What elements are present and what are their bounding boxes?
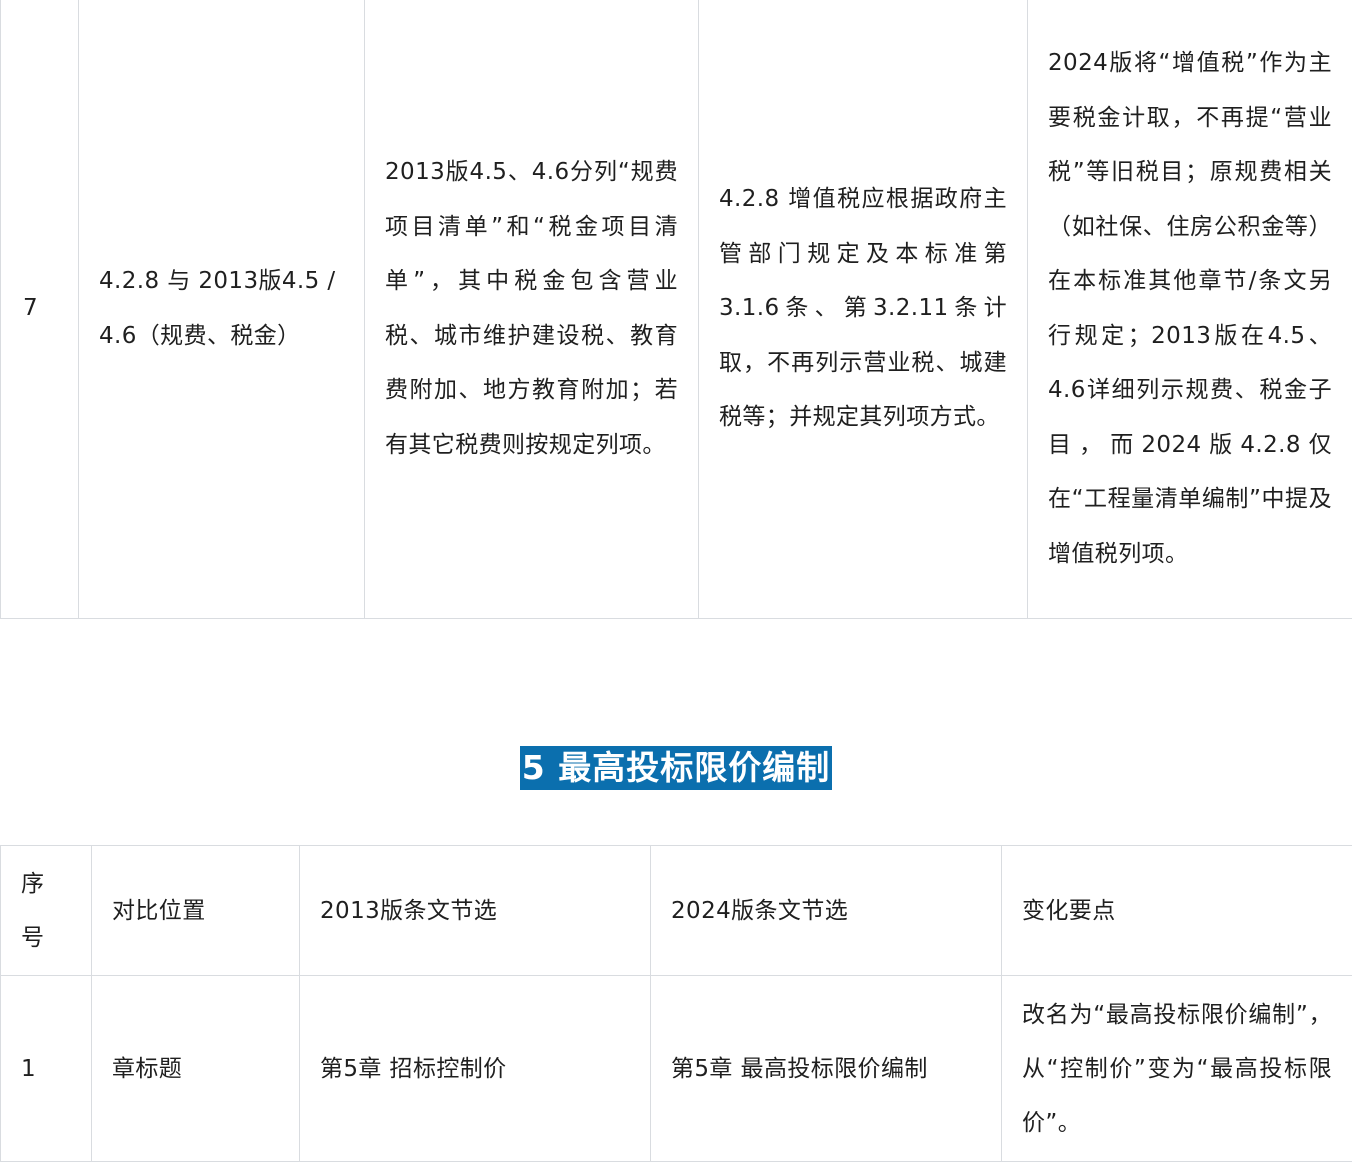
header-num: 序号 — [1, 846, 92, 976]
header-position: 对比位置 — [92, 846, 300, 976]
row-number: 1 — [1, 976, 92, 1162]
excerpt-2013: 第5章 招标控制价 — [300, 976, 651, 1162]
comparison-table-continued: 7 4.2.8 与 2013版4.5 / 4.6（规费、税金） 2013版4.5… — [0, 0, 1352, 619]
comparison-position: 4.2.8 与 2013版4.5 / 4.6（规费、税金） — [79, 0, 365, 619]
header-2013: 2013版条文节选 — [300, 846, 651, 976]
section-title: 5 最高投标限价编制 — [520, 746, 832, 790]
comparison-position: 章标题 — [92, 976, 300, 1162]
header-change: 变化要点 — [1002, 846, 1352, 976]
excerpt-2024: 4.2.8 增值税应根据政府主管部门规定及本标准第3.1.6条、第3.2.11条… — [699, 0, 1028, 619]
change-points: 改名为“最高投标限价编制”，从“控制价”变为“最高投标限价”。 — [1002, 976, 1352, 1162]
excerpt-2013: 2013版4.5、4.6分列“规费项目清单”和“税金项目清单”，其中税金包含营业… — [365, 0, 699, 619]
table-row: 1 章标题 第5章 招标控制价 第5章 最高投标限价编制 改名为“最高投标限价编… — [1, 976, 1352, 1162]
table-header-row: 序号 对比位置 2013版条文节选 2024版条文节选 变化要点 — [1, 846, 1352, 976]
comparison-table: 序号 对比位置 2013版条文节选 2024版条文节选 变化要点 1 章标题 第… — [0, 845, 1352, 1162]
excerpt-2024: 第5章 最高投标限价编制 — [651, 976, 1002, 1162]
change-points: 2024版将“增值税”作为主要税金计取，不再提“营业税”等旧税目；原规费相关（如… — [1028, 0, 1352, 619]
header-2024: 2024版条文节选 — [651, 846, 1002, 976]
table-row: 7 4.2.8 与 2013版4.5 / 4.6（规费、税金） 2013版4.5… — [1, 0, 1352, 619]
row-number: 7 — [1, 0, 79, 619]
section-heading-wrap: 5 最高投标限价编制 — [0, 746, 1352, 790]
